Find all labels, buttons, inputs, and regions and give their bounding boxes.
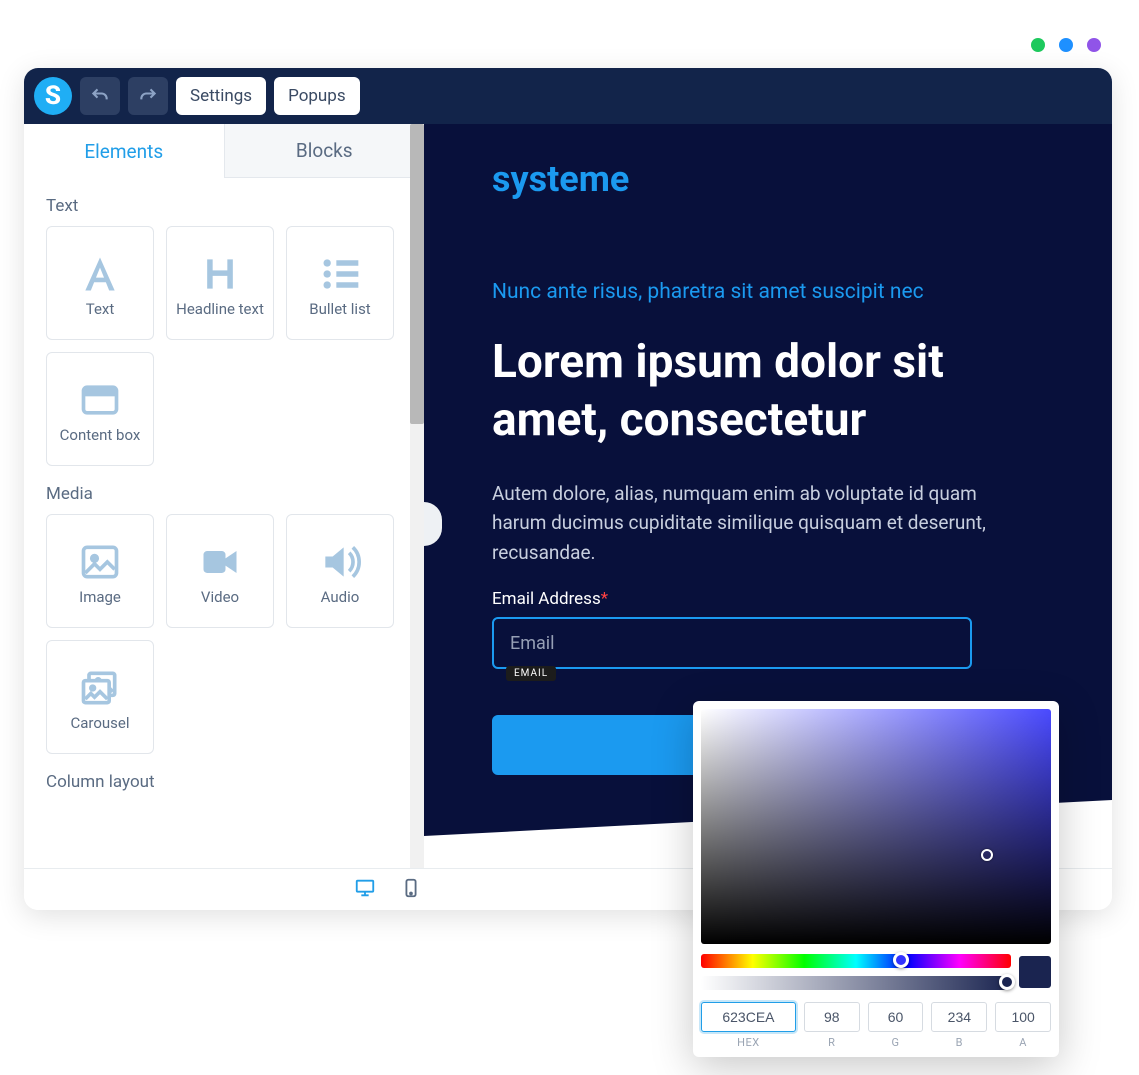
tab-elements[interactable]: Elements <box>24 124 224 178</box>
a-label: A <box>995 1036 1051 1049</box>
content-box-icon <box>78 374 122 426</box>
email-field-tag: EMAIL <box>506 666 556 681</box>
undo-button[interactable] <box>80 77 120 115</box>
hue-thumb[interactable] <box>893 952 909 968</box>
tile-headline[interactable]: Headline text <box>166 226 274 340</box>
section-media-label: Media <box>24 466 424 514</box>
tile-bullet-list-label: Bullet list <box>305 300 374 318</box>
hex-label: HEX <box>701 1036 796 1049</box>
panel-drag-handle-icon[interactable] <box>424 502 442 546</box>
sidebar-scroll-thumb[interactable] <box>410 124 424 424</box>
a-input[interactable] <box>995 1002 1051 1032</box>
tab-blocks[interactable]: Blocks <box>224 124 425 178</box>
email-field-label: Email Address* <box>492 589 1044 609</box>
sidebar-scroll-track[interactable] <box>410 124 424 868</box>
color-picker-popover: HEX R G B A <box>693 701 1059 1057</box>
desktop-icon <box>354 877 376 899</box>
alpha-slider[interactable] <box>701 976 1011 990</box>
alpha-thumb[interactable] <box>999 974 1015 990</box>
tile-content-box[interactable]: Content box <box>46 352 154 466</box>
tile-carousel-label: Carousel <box>66 714 133 732</box>
tile-audio[interactable]: Audio <box>286 514 394 628</box>
mobile-preview-button[interactable] <box>400 877 422 903</box>
r-input[interactable] <box>804 1002 860 1032</box>
top-toolbar: S Settings Popups <box>24 68 1112 124</box>
tile-audio-label: Audio <box>317 588 364 606</box>
mobile-icon <box>400 877 422 899</box>
settings-button[interactable]: Settings <box>176 77 266 115</box>
r-label: R <box>804 1036 860 1049</box>
g-label: G <box>868 1036 924 1049</box>
tile-content-box-label: Content box <box>56 426 145 444</box>
tile-video-label: Video <box>197 588 243 606</box>
popups-button[interactable]: Popups <box>274 77 360 115</box>
hex-input[interactable] <box>701 1002 796 1032</box>
tile-image[interactable]: Image <box>46 514 154 628</box>
required-asterisk: * <box>601 589 608 609</box>
list-icon <box>318 248 362 300</box>
elements-sidebar: Elements Blocks Text Text Headline text … <box>24 124 424 868</box>
dot-purple <box>1087 38 1101 52</box>
undo-icon <box>90 86 110 106</box>
carousel-icon <box>78 662 122 714</box>
preview-paragraph[interactable]: Autem dolore, alias, numquam enim ab vol… <box>492 479 1012 567</box>
section-text-label: Text <box>24 178 424 226</box>
tile-text[interactable]: Text <box>46 226 154 340</box>
email-field-label-text: Email Address <box>492 589 601 609</box>
desktop-preview-button[interactable] <box>354 877 376 903</box>
tile-headline-label: Headline text <box>172 300 268 318</box>
tile-carousel[interactable]: Carousel <box>46 640 154 754</box>
tile-bullet-list[interactable]: Bullet list <box>286 226 394 340</box>
preview-subheading[interactable]: Nunc ante risus, pharetra sit amet susci… <box>492 280 1044 304</box>
brand-logo-text: systeme <box>492 158 1044 200</box>
audio-icon <box>318 536 362 588</box>
email-input[interactable]: Email <box>492 617 972 669</box>
saturation-panel[interactable] <box>701 709 1051 944</box>
app-logo-icon[interactable]: S <box>34 77 72 115</box>
b-input[interactable] <box>931 1002 987 1032</box>
preview-heading[interactable]: Lorem ipsum dolor sit amet, consectetur <box>492 334 1044 449</box>
dot-green <box>1031 38 1045 52</box>
tile-video[interactable]: Video <box>166 514 274 628</box>
dot-blue <box>1059 38 1073 52</box>
tile-text-label: Text <box>82 300 119 318</box>
tile-image-label: Image <box>75 588 125 606</box>
saturation-cursor[interactable] <box>981 849 993 861</box>
text-icon <box>78 248 122 300</box>
hue-slider[interactable] <box>701 954 1011 968</box>
b-label: B <box>931 1036 987 1049</box>
redo-icon <box>138 86 158 106</box>
heading-icon <box>198 248 242 300</box>
sidebar-tabs: Elements Blocks <box>24 124 424 178</box>
image-icon <box>78 536 122 588</box>
g-input[interactable] <box>868 1002 924 1032</box>
redo-button[interactable] <box>128 77 168 115</box>
video-icon <box>198 536 242 588</box>
color-swatch-preview <box>1019 956 1051 988</box>
window-traffic-dots <box>1031 38 1101 52</box>
section-column-layout-label: Column layout <box>24 754 424 802</box>
